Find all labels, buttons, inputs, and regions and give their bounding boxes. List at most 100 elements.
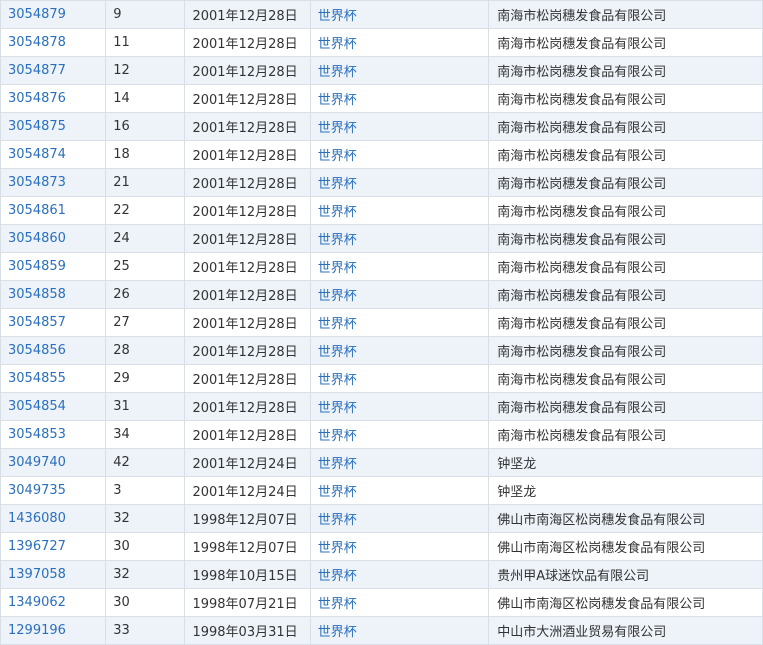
table-row: 3054855 29 2001年12月28日 世界杯 南海市松岗穗发食品有限公司 (0, 364, 763, 393)
application-date-cell: 2001年12月28日 (184, 252, 311, 281)
applicant-name-cell: 南海市松岗穗发食品有限公司 (488, 280, 763, 309)
registration-number-link[interactable]: 1436080 (0, 504, 107, 533)
trademark-name-link[interactable]: 世界杯 (309, 84, 490, 113)
table-row: 3054854 31 2001年12月28日 世界杯 南海市松岗穗发食品有限公司 (0, 392, 763, 421)
application-date-cell: 1998年07月21日 (184, 588, 311, 617)
application-date-cell: 2001年12月28日 (184, 392, 311, 421)
trademark-table-body: 3054879 9 2001年12月28日 世界杯 南海市松岗穗发食品有限公司 30548… (0, 0, 763, 645)
registration-number-link[interactable]: 3054873 (0, 168, 107, 197)
trademark-name-link[interactable]: 世界杯 (309, 336, 490, 365)
table-row: 1299196 33 1998年03月31日 世界杯 中山市大洲酒业贸易有限公司 (0, 616, 763, 645)
trademark-name-link[interactable]: 世界杯 (309, 560, 490, 589)
applicant-name-cell: 南海市松岗穗发食品有限公司 (488, 420, 763, 449)
registration-number-link[interactable]: 3054861 (0, 196, 107, 225)
registration-number-link[interactable]: 3049740 (0, 448, 107, 477)
registration-number-link[interactable]: 3054859 (0, 252, 107, 281)
applicant-name-cell: 南海市松岗穗发食品有限公司 (488, 252, 763, 281)
table-row: 3054878 11 2001年12月28日 世界杯 南海市松岗穗发食品有限公司 (0, 28, 763, 57)
table-row: 3054853 34 2001年12月28日 世界杯 南海市松岗穗发食品有限公司 (0, 420, 763, 449)
applicant-name-cell: 南海市松岗穗发食品有限公司 (488, 224, 763, 253)
class-number-cell: 32 (105, 504, 186, 533)
application-date-cell: 2001年12月28日 (184, 224, 311, 253)
applicant-name-cell: 佛山市南海区松岗穗发食品有限公司 (488, 588, 763, 617)
registration-number-link[interactable]: 3054876 (0, 84, 107, 113)
application-date-cell: 2001年12月24日 (184, 476, 311, 505)
class-number-cell: 21 (105, 168, 186, 197)
class-number-cell: 34 (105, 420, 186, 449)
table-row: 3054856 28 2001年12月28日 世界杯 南海市松岗穗发食品有限公司 (0, 336, 763, 365)
trademark-name-link[interactable]: 世界杯 (309, 588, 490, 617)
registration-number-link[interactable]: 3054878 (0, 28, 107, 57)
registration-number-link[interactable]: 3054853 (0, 420, 107, 449)
registration-number-link[interactable]: 3049735 (0, 476, 107, 505)
registration-number-link[interactable]: 3054860 (0, 224, 107, 253)
registration-number-link[interactable]: 3054857 (0, 308, 107, 337)
registration-number-link[interactable]: 3054858 (0, 280, 107, 309)
trademark-name-link[interactable]: 世界杯 (309, 504, 490, 533)
trademark-name-link[interactable]: 世界杯 (309, 476, 490, 505)
table-row: 3049740 42 2001年12月24日 世界杯 钟坚龙 (0, 448, 763, 477)
registration-number-link[interactable]: 1299196 (0, 616, 107, 645)
table-row: 3049735 3 2001年12月24日 世界杯 钟坚龙 (0, 476, 763, 505)
applicant-name-cell: 佛山市南海区松岗穗发食品有限公司 (488, 504, 763, 533)
trademark-name-link[interactable]: 世界杯 (309, 532, 490, 561)
applicant-name-cell: 钟坚龙 (488, 476, 763, 505)
trademark-name-link[interactable]: 世界杯 (309, 168, 490, 197)
class-number-cell: 33 (105, 616, 186, 645)
applicant-name-cell: 南海市松岗穗发食品有限公司 (488, 308, 763, 337)
registration-number-link[interactable]: 1397058 (0, 560, 107, 589)
application-date-cell: 2001年12月28日 (184, 420, 311, 449)
application-date-cell: 2001年12月28日 (184, 168, 311, 197)
registration-number-link[interactable]: 3054879 (0, 0, 107, 29)
applicant-name-cell: 南海市松岗穗发食品有限公司 (488, 364, 763, 393)
application-date-cell: 1998年12月07日 (184, 532, 311, 561)
trademark-name-link[interactable]: 世界杯 (309, 224, 490, 253)
trademark-name-link[interactable]: 世界杯 (309, 56, 490, 85)
trademark-name-link[interactable]: 世界杯 (309, 112, 490, 141)
registration-number-link[interactable]: 3054856 (0, 336, 107, 365)
table-row: 1396727 30 1998年12月07日 世界杯 佛山市南海区松岗穗发食品有限公司 (0, 532, 763, 561)
trademark-name-link[interactable]: 世界杯 (309, 448, 490, 477)
table-row: 3054875 16 2001年12月28日 世界杯 南海市松岗穗发食品有限公司 (0, 112, 763, 141)
trademark-name-link[interactable]: 世界杯 (309, 196, 490, 225)
class-number-cell: 29 (105, 364, 186, 393)
registration-number-link[interactable]: 1349062 (0, 588, 107, 617)
applicant-name-cell: 南海市松岗穗发食品有限公司 (488, 56, 763, 85)
trademark-name-link[interactable]: 世界杯 (309, 252, 490, 281)
application-date-cell: 2001年12月28日 (184, 112, 311, 141)
registration-number-link[interactable]: 3054875 (0, 112, 107, 141)
class-number-cell: 22 (105, 196, 186, 225)
trademark-name-link[interactable]: 世界杯 (309, 0, 490, 29)
trademark-name-link[interactable]: 世界杯 (309, 364, 490, 393)
application-date-cell: 2001年12月28日 (184, 196, 311, 225)
trademark-name-link[interactable]: 世界杯 (309, 392, 490, 421)
applicant-name-cell: 南海市松岗穗发食品有限公司 (488, 392, 763, 421)
class-number-cell: 25 (105, 252, 186, 281)
application-date-cell: 1998年12月07日 (184, 504, 311, 533)
registration-number-link[interactable]: 3054874 (0, 140, 107, 169)
application-date-cell: 2001年12月28日 (184, 364, 311, 393)
applicant-name-cell: 南海市松岗穗发食品有限公司 (488, 0, 763, 29)
table-row: 3054860 24 2001年12月28日 世界杯 南海市松岗穗发食品有限公司 (0, 224, 763, 253)
registration-number-link[interactable]: 3054877 (0, 56, 107, 85)
trademark-name-link[interactable]: 世界杯 (309, 616, 490, 645)
class-number-cell: 30 (105, 588, 186, 617)
application-date-cell: 2001年12月24日 (184, 448, 311, 477)
trademark-name-link[interactable]: 世界杯 (309, 28, 490, 57)
applicant-name-cell: 南海市松岗穗发食品有限公司 (488, 112, 763, 141)
table-row: 3054873 21 2001年12月28日 世界杯 南海市松岗穗发食品有限公司 (0, 168, 763, 197)
trademark-name-link[interactable]: 世界杯 (309, 420, 490, 449)
registration-number-link[interactable]: 3054855 (0, 364, 107, 393)
registration-number-link[interactable]: 1396727 (0, 532, 107, 561)
trademark-name-link[interactable]: 世界杯 (309, 280, 490, 309)
table-row: 3054861 22 2001年12月28日 世界杯 南海市松岗穗发食品有限公司 (0, 196, 763, 225)
trademark-name-link[interactable]: 世界杯 (309, 140, 490, 169)
table-row: 3054874 18 2001年12月28日 世界杯 南海市松岗穗发食品有限公司 (0, 140, 763, 169)
applicant-name-cell: 南海市松岗穗发食品有限公司 (488, 28, 763, 57)
applicant-name-cell: 南海市松岗穗发食品有限公司 (488, 168, 763, 197)
class-number-cell: 18 (105, 140, 186, 169)
table-row: 3054858 26 2001年12月28日 世界杯 南海市松岗穗发食品有限公司 (0, 280, 763, 309)
registration-number-link[interactable]: 3054854 (0, 392, 107, 421)
table-row: 1436080 32 1998年12月07日 世界杯 佛山市南海区松岗穗发食品有限公司 (0, 504, 763, 533)
trademark-name-link[interactable]: 世界杯 (309, 308, 490, 337)
